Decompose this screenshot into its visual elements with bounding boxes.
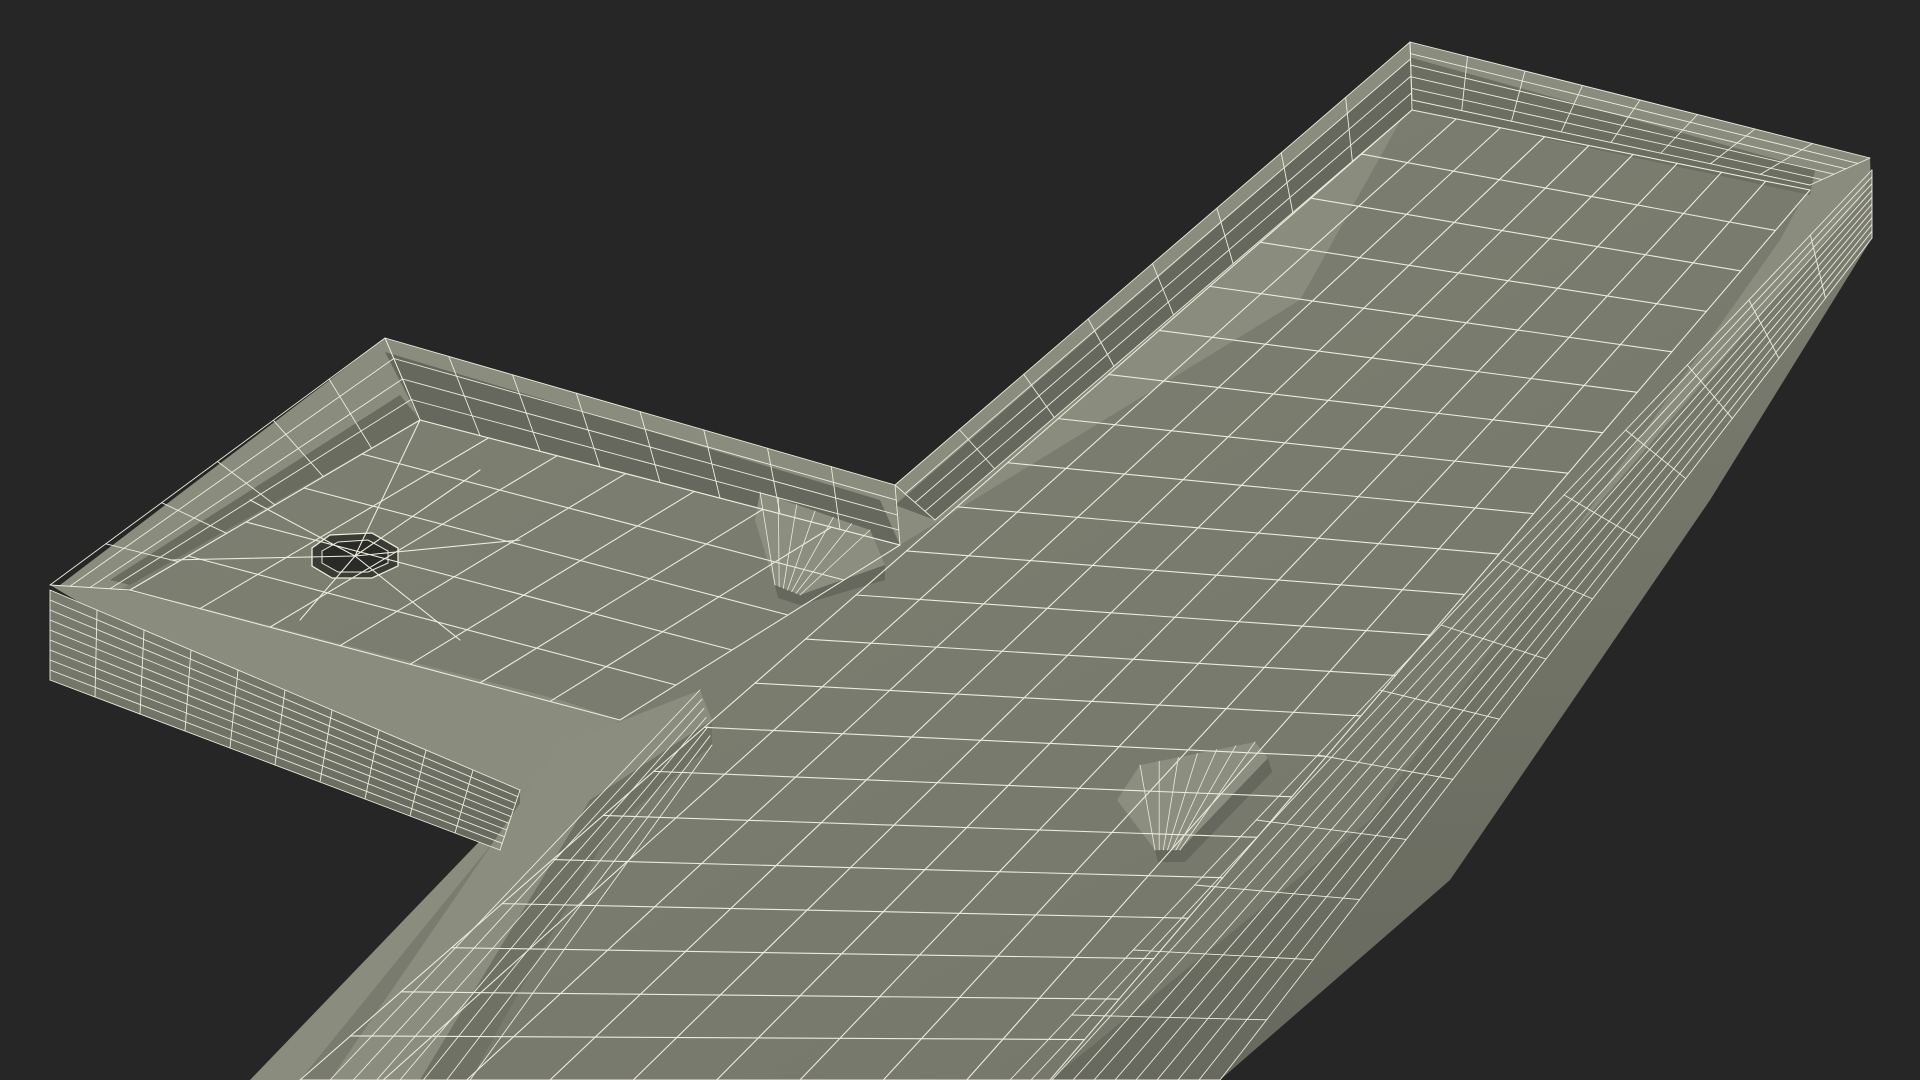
- viewport: [0, 0, 1920, 1080]
- wireframe-render: [49, 41, 1873, 1080]
